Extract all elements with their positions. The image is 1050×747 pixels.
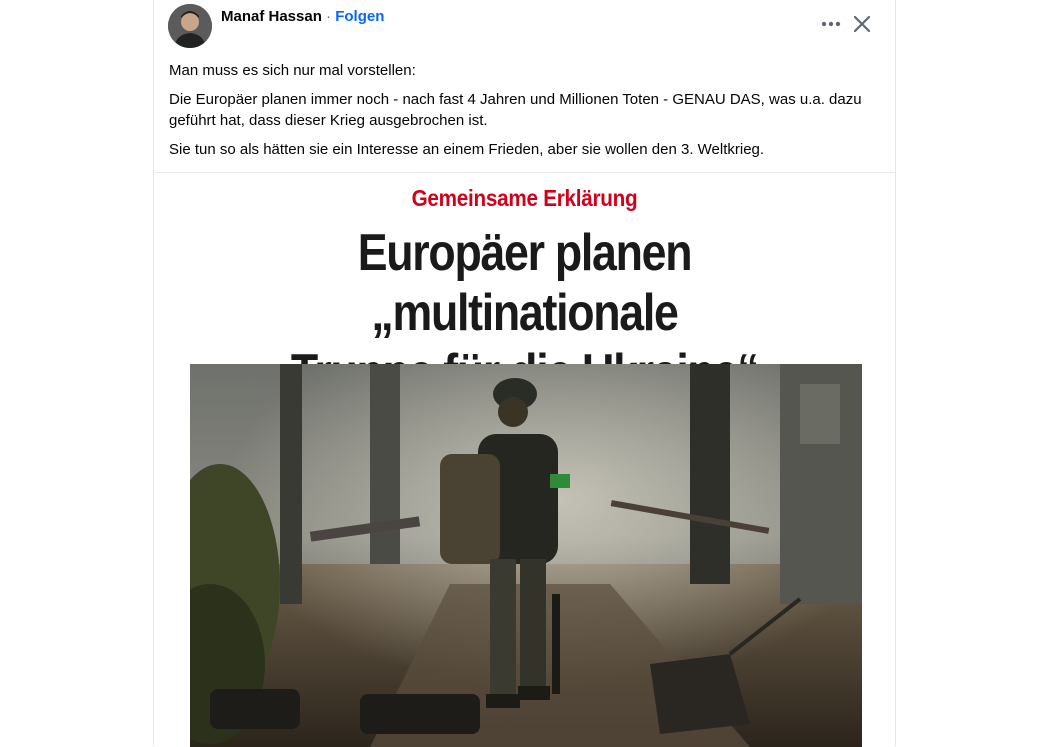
avatar-image [168, 4, 212, 48]
headline-line-1: Europäer planen „multinationale [357, 224, 693, 342]
post-media[interactable]: Gemeinsame Erklärung Europäer planen „mu… [154, 172, 895, 747]
header-separator: · [326, 8, 332, 25]
author-name[interactable]: Manaf Hassan [221, 8, 322, 25]
close-icon [853, 15, 871, 33]
post-text: Man muss es sich nur mal vorstellen: Die… [169, 60, 879, 168]
more-options-icon [821, 21, 841, 27]
post-paragraph: Sie tun so als hätten sie ein Interesse … [169, 141, 765, 158]
article-kicker: Gemeinsame Erklärung [411, 185, 638, 211]
follow-button[interactable]: Folgen [335, 8, 384, 25]
post-header: Manaf Hassan · Folgen [221, 8, 384, 26]
more-options-button[interactable] [817, 10, 845, 38]
post-paragraph: Man muss es sich nur mal vorstellen: [169, 62, 416, 79]
soldier-photo [190, 364, 862, 747]
avatar[interactable] [168, 4, 212, 48]
close-button[interactable] [847, 9, 877, 39]
post-card: Manaf Hassan · Folgen Man muss es sich n… [153, 0, 896, 747]
article-photo [190, 364, 862, 747]
post-paragraph: Die Europäer planen immer noch - nach fa… [169, 91, 862, 129]
